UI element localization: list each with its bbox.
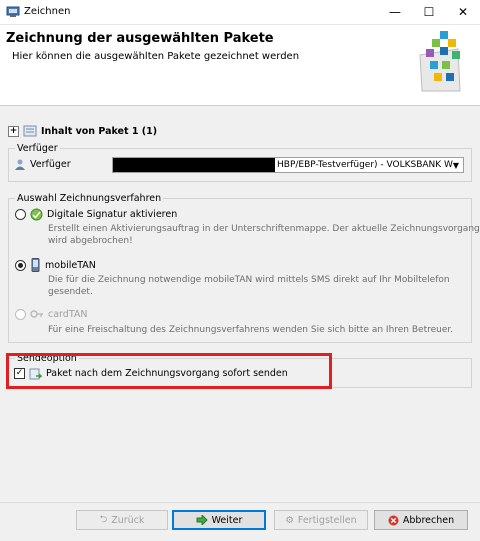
close-icon: ✕ (457, 5, 469, 19)
verfueger-label: Verfüger (30, 158, 71, 170)
desc-line: Die für die Zeichnung notwendige mobileT… (48, 275, 450, 285)
minimize-button[interactable]: — (378, 0, 412, 24)
app-icon (6, 6, 20, 17)
key-icon (30, 310, 43, 318)
package-label: Inhalt von Paket 1 (1) (41, 125, 158, 137)
option-desc-cardtan: Für eine Freischaltung des Zeichnungsver… (48, 324, 453, 336)
desc-line: wird abgebrochen! (48, 236, 133, 246)
mobile-phone-icon (31, 258, 40, 272)
window-title: Zeichnen (24, 6, 71, 17)
cancel-button[interactable]: Abbrechen (374, 510, 468, 530)
page-subtitle: Hier können die ausgewählten Pakete geze… (12, 51, 300, 62)
option-label-digitale-signatur: Digitale Signatur aktivieren (47, 209, 178, 220)
close-button[interactable]: ✕ (446, 0, 480, 24)
option-mobiletan[interactable]: mobileTAN (15, 258, 96, 272)
radio-cardtan (15, 308, 26, 320)
redacted-area (113, 158, 275, 172)
package-icon (23, 125, 37, 137)
minimize-icon: — (389, 5, 401, 19)
method-group-legend: Auswahl Zeichnungsverfahren (15, 193, 164, 204)
verfueger-group-legend: Verfüger (15, 143, 60, 154)
next-button-label: Weiter (211, 514, 243, 526)
option-label-mobiletan: mobileTAN (45, 259, 96, 271)
chevron-down-icon[interactable]: ▼ (449, 158, 463, 172)
option-label-cardtan: cardTAN (48, 308, 88, 320)
user-icon (15, 159, 25, 170)
package-tree-item[interactable]: + Inhalt von Paket 1 (1) (8, 125, 157, 137)
page-title: Zeichnung der ausgewählten Pakete (6, 31, 274, 46)
next-arrow-icon (196, 515, 208, 525)
wizard-logo-icon (419, 31, 461, 92)
desc-line: Für eine Freischaltung des Zeichnungsver… (48, 325, 454, 335)
finish-icon: ⚙ (285, 514, 294, 526)
back-button[interactable]: ⮌ Zurück (76, 510, 168, 530)
verfueger-label-row: Verfüger (14, 158, 71, 170)
cancel-icon (388, 515, 399, 525)
maximize-button[interactable]: ☐ (412, 0, 446, 24)
finish-button[interactable]: ⚙ Fertigstellen (274, 510, 368, 530)
back-button-label: Zurück (111, 514, 145, 526)
highlight-box (6, 353, 332, 389)
radio-digitale-signatur[interactable] (15, 209, 26, 220)
button-bar-divider (0, 502, 480, 503)
radio-mobiletan[interactable] (15, 259, 26, 271)
cancel-button-label: Abbrechen (402, 514, 455, 526)
desc-line: Erstellt einen Aktivierungsauftrag in de… (48, 224, 480, 234)
option-desc-digitale-signatur: Erstellt einen Aktivierungsauftrag in de… (48, 223, 480, 247)
next-button[interactable]: Weiter (172, 510, 266, 530)
desc-line: gesendet. (48, 287, 93, 297)
title-bar: Zeichnen — ☐ ✕ (0, 0, 480, 25)
finish-button-label: Fertigstellen (297, 514, 357, 526)
option-cardtan: cardTAN (15, 308, 87, 320)
wizard-header: Zeichnung der ausgewählten Pakete Hier k… (0, 25, 480, 106)
option-digitale-signatur[interactable]: Digitale Signatur aktivieren (15, 208, 177, 221)
verfueger-select-value: HBP/EBP-Testverfüger) - VOLKSBANK W (277, 160, 453, 170)
digital-signature-icon (30, 208, 43, 221)
verfueger-select[interactable]: HBP/EBP-Testverfüger) - VOLKSBANK W ▼ (112, 157, 464, 173)
expand-icon[interactable]: + (8, 125, 19, 137)
back-arrow-icon: ⮌ (99, 514, 108, 525)
option-desc-mobiletan: Die für die Zeichnung notwendige mobileT… (48, 274, 450, 298)
maximize-icon: ☐ (423, 5, 435, 19)
